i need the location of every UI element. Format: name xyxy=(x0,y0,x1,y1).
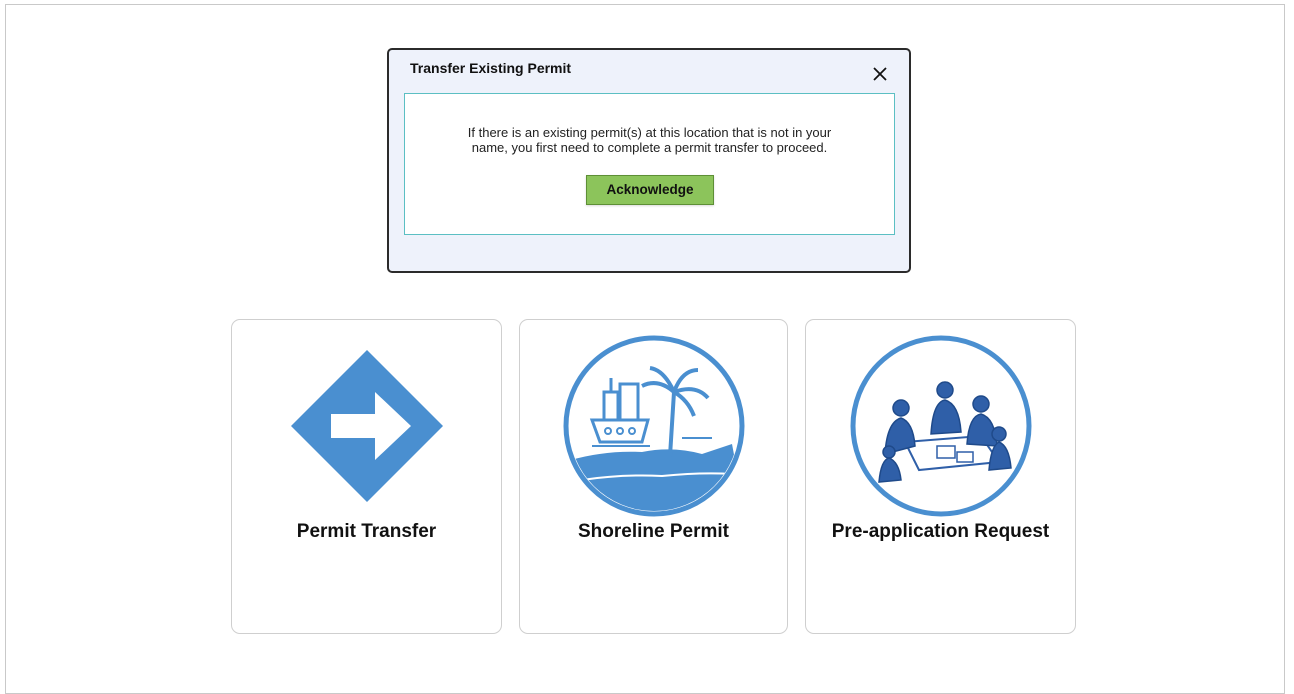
dialog-body: If there is an existing permit(s) at thi… xyxy=(404,93,895,235)
card-label: Shoreline Permit xyxy=(578,521,729,542)
card-pre-application-request[interactable]: Pre-application Request xyxy=(805,319,1076,634)
arrow-diamond-icon xyxy=(275,334,459,518)
meeting-icon xyxy=(849,334,1033,518)
dialog-message-line-1: If there is an existing permit(s) at thi… xyxy=(467,125,832,140)
card-permit-transfer[interactable]: Permit Transfer xyxy=(231,319,502,634)
dialog-title: Transfer Existing Permit xyxy=(410,60,572,76)
shoreline-icon xyxy=(562,334,746,518)
card-label: Pre-application Request xyxy=(831,521,1050,542)
close-icon[interactable] xyxy=(869,63,891,85)
dialog-message: If there is an existing permit(s) at thi… xyxy=(405,125,894,155)
transfer-permit-dialog: Transfer Existing Permit If there is an … xyxy=(387,48,911,273)
card-shoreline-permit[interactable]: Shoreline Permit xyxy=(519,319,788,634)
acknowledge-button[interactable]: Acknowledge xyxy=(586,175,714,205)
dialog-message-line-2: name, you first need to complete a permi… xyxy=(471,140,828,155)
card-label: Permit Transfer xyxy=(296,521,437,542)
